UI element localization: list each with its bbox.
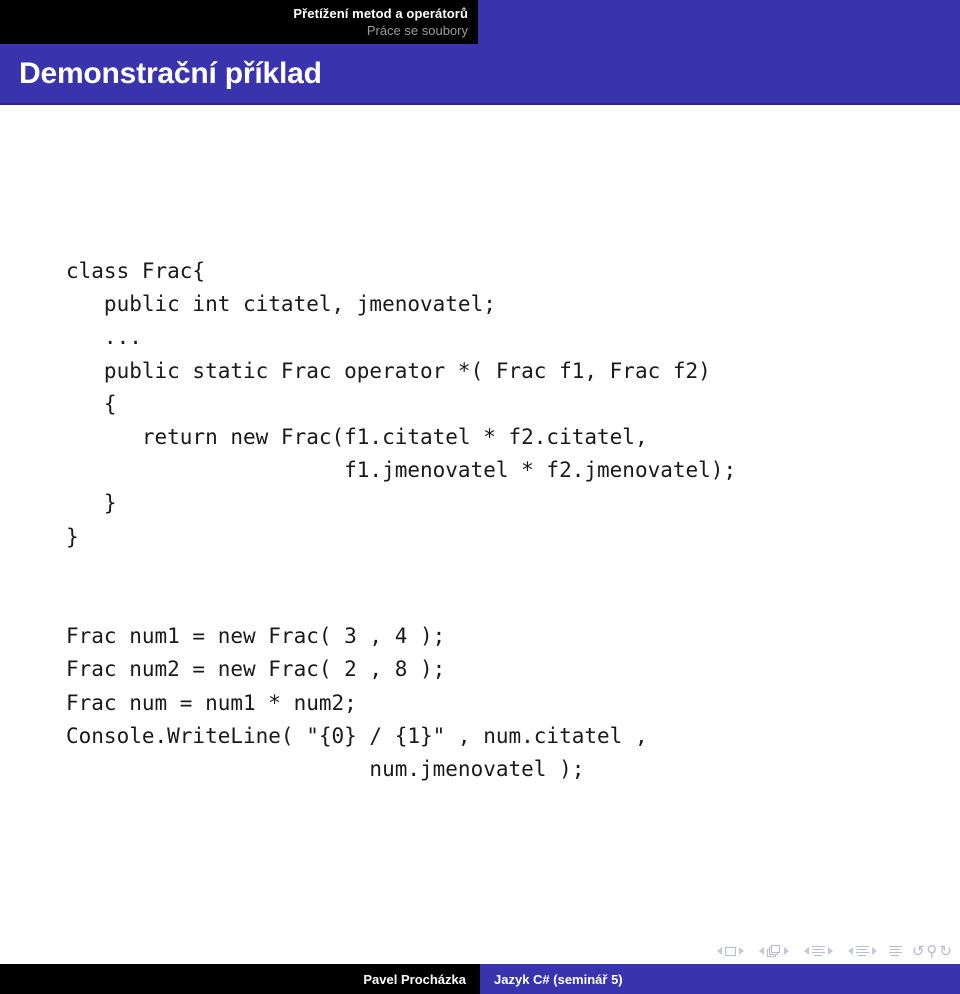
next-slide-icon[interactable] (738, 947, 744, 955)
section-title: Přetížení metod a operátorů (293, 6, 468, 21)
prev-frame-icon[interactable] (758, 947, 764, 955)
slide-content: class Frac{ public int citatel, jmenovat… (0, 107, 960, 937)
prev-subsection-icon[interactable] (803, 947, 809, 955)
nav-group-history[interactable]: ↺ ⚲ ↻ (911, 943, 953, 959)
footer-title-panel: Jazyk C# (seminář 5) (480, 964, 960, 994)
back-icon[interactable]: ↺ (912, 943, 925, 959)
nav-group-frame[interactable] (756, 945, 792, 957)
frame-icon[interactable] (766, 945, 781, 957)
nav-group-slide[interactable] (714, 946, 747, 956)
beamer-navigation-bar[interactable]: ↺ ⚲ ↻ (714, 941, 953, 961)
footer-author-panel: Pavel Procházka (0, 964, 480, 994)
nav-group-document[interactable] (888, 945, 902, 957)
headline-bar: Přetížení metod a operátorů Práce se sou… (0, 0, 960, 44)
nav-group-subsection[interactable] (801, 945, 836, 957)
section-icon[interactable] (855, 945, 869, 957)
slide-icon[interactable] (724, 946, 736, 956)
prev-section-icon[interactable] (847, 947, 853, 955)
footer-title: Jazyk C# (seminář 5) (494, 971, 623, 987)
forward-icon[interactable]: ↻ (939, 943, 952, 959)
prev-slide-icon[interactable] (716, 947, 722, 955)
frame-title-bar: Demonstrační příklad (0, 44, 960, 105)
search-icon[interactable]: ⚲ (926, 943, 937, 959)
code-listing: class Frac{ public int citatel, jmenovat… (66, 259, 737, 782)
next-section-icon[interactable] (871, 947, 877, 955)
page-title: Demonstrační příklad (19, 56, 322, 90)
footer-author: Pavel Procházka (363, 971, 466, 987)
subsection-title: Práce se soubory (366, 23, 468, 38)
nav-group-section[interactable] (845, 945, 880, 957)
document-icon[interactable] (888, 945, 902, 957)
next-subsection-icon[interactable] (827, 947, 833, 955)
subsection-icon[interactable] (811, 945, 825, 957)
next-frame-icon[interactable] (783, 947, 789, 955)
footer-bar: Pavel Procházka Jazyk C# (seminář 5) (0, 964, 960, 994)
headline-black-panel: Přetížení metod a operátorů Práce se sou… (0, 0, 478, 44)
